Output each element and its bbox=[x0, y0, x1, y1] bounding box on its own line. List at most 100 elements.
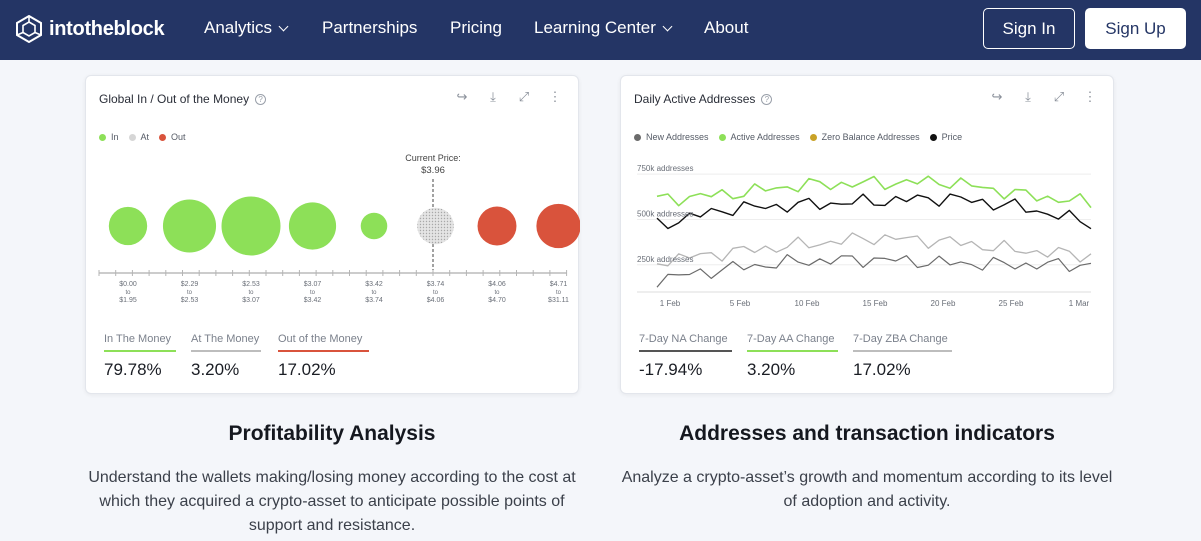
stat-value: 3.20% bbox=[191, 360, 240, 379]
stat-value: 3.20% bbox=[747, 360, 796, 379]
x-tick-label: 10 Feb bbox=[795, 299, 820, 308]
chart-grid bbox=[637, 173, 1091, 293]
x-tick-label: 1 Feb bbox=[660, 299, 681, 308]
profitability-card: Global In / Out of the Money ? ↪ ⤓ ⤢ ⋮ I… bbox=[85, 75, 580, 394]
bubble-in[interactable] bbox=[108, 206, 148, 246]
stat-label: Out of the Money bbox=[278, 333, 363, 345]
bubble-range-label: to bbox=[125, 290, 131, 296]
x-tick-label: 20 Feb bbox=[931, 299, 956, 308]
stat-label: 7-Day ZBA Change bbox=[853, 333, 948, 345]
brand-name: intotheblock bbox=[49, 17, 165, 40]
bubble-range-label: to bbox=[556, 290, 562, 296]
bubble-range-label: to bbox=[248, 290, 254, 296]
nav-about[interactable]: About bbox=[704, 18, 748, 38]
series-line-price[interactable] bbox=[656, 193, 1092, 230]
bubble-range-label: $4.70 bbox=[488, 297, 506, 304]
bubble-out[interactable] bbox=[477, 206, 517, 246]
chevron-down-icon bbox=[662, 21, 673, 31]
bubble-range-label: to bbox=[433, 290, 439, 296]
x-tick-label: 15 Feb bbox=[863, 299, 888, 308]
chevron-down-icon bbox=[278, 21, 289, 31]
bubble-range-label: $1.95 bbox=[119, 297, 137, 304]
stat-underline bbox=[639, 350, 732, 352]
nav-analytics[interactable]: Analytics bbox=[204, 18, 289, 38]
bubble-range-label: $0.00 bbox=[119, 281, 137, 288]
y-tick-label: 250k addresses bbox=[637, 255, 693, 264]
bubble-range-label: to bbox=[187, 290, 193, 296]
stat-value: 17.02% bbox=[278, 360, 336, 379]
line-chart: 750k addresses 500k addresses 250k address… bbox=[637, 164, 1092, 308]
stat-underline bbox=[104, 350, 176, 352]
addresses-description: Analyze a crypto-asset’s growth and mome… bbox=[621, 469, 1113, 510]
nav-pricing[interactable]: Pricing bbox=[450, 18, 502, 38]
brand-logo[interactable]: intotheblock bbox=[16, 15, 165, 43]
current-price-label: Current Price: bbox=[405, 153, 461, 163]
bubble-in[interactable] bbox=[221, 196, 281, 256]
y-axis-ticks: 750k addresses 500k addresses 250k address… bbox=[637, 164, 693, 264]
sign-up-button[interactable]: Sign Up bbox=[1085, 8, 1186, 49]
bubble-range-label: $31.11 bbox=[548, 297, 569, 304]
bubble-range-label: $3.74 bbox=[427, 281, 445, 288]
sign-in-button[interactable]: Sign In bbox=[983, 8, 1075, 49]
profitability-description: Understand the wallets making/losing mon… bbox=[88, 469, 576, 534]
bubble-range-label: $2.53 bbox=[181, 297, 199, 304]
addresses-heading: Addresses and transaction indicators bbox=[679, 422, 1055, 445]
bubble-range-label: $3.42 bbox=[304, 297, 322, 304]
current-price-value: $3.96 bbox=[421, 165, 445, 176]
bubble-at[interactable] bbox=[417, 207, 454, 245]
bubble-in[interactable] bbox=[162, 199, 217, 253]
profitability-heading: Profitability Analysis bbox=[228, 422, 436, 445]
nav-analytics-label: Analytics bbox=[204, 18, 273, 37]
chart-series bbox=[656, 175, 1092, 288]
active-addresses-card: Daily Active Addresses ? ↪ ⤓ ⤢ ⋮ New Add… bbox=[620, 75, 1114, 394]
stat-at-the-money: At The Money 3.20% bbox=[191, 333, 261, 380]
stat-label: 7-Day NA Change bbox=[639, 333, 728, 345]
stat-value: 17.02% bbox=[853, 360, 911, 379]
stat-aa-change: 7-Day AA Change 3.20% bbox=[747, 333, 838, 380]
series-line-new-addresses[interactable] bbox=[656, 254, 1092, 288]
bubble-range-label: $3.07 bbox=[242, 297, 260, 304]
bubble-range-label: $3.07 bbox=[304, 281, 322, 288]
nav-partnerships[interactable]: Partnerships bbox=[322, 18, 417, 38]
series-line-active-addresses[interactable] bbox=[656, 175, 1092, 209]
stat-in-the-money: In The Money 79.78% bbox=[104, 333, 176, 380]
bubbles bbox=[108, 196, 580, 256]
bubble-range-label: $4.71 bbox=[550, 281, 568, 288]
y-tick-label: 500k addresses bbox=[637, 209, 693, 218]
bubble-chart: Current Price: $3.96 $0.00to$1.95$2.29to… bbox=[98, 153, 580, 304]
stat-value: -17.94% bbox=[639, 360, 703, 379]
bubble-range-label: to bbox=[310, 290, 316, 296]
stat-zba-change: 7-Day ZBA Change 17.02% bbox=[853, 333, 952, 380]
bubble-range-labels: $0.00to$1.95$2.29to$2.53$2.53to$3.07$3.0… bbox=[119, 281, 569, 304]
nav-learning-center[interactable]: Learning Center bbox=[534, 18, 673, 38]
nav-learning-center-label: Learning Center bbox=[534, 18, 656, 37]
bubble-range-label: $3.42 bbox=[365, 281, 383, 288]
bubble-in[interactable] bbox=[288, 202, 337, 250]
bubble-range-label: $2.53 bbox=[242, 281, 260, 288]
bubble-range-label: $4.06 bbox=[427, 297, 445, 304]
stat-underline bbox=[853, 350, 952, 352]
logo-icon bbox=[16, 15, 42, 43]
nav-about-label: About bbox=[704, 18, 749, 37]
x-tick-label: 1 Mar bbox=[1069, 299, 1090, 308]
bubble-range-label: to bbox=[494, 290, 500, 296]
bubble-range-label: $2.29 bbox=[181, 281, 199, 288]
series-line-zero-balance-addresses[interactable] bbox=[656, 232, 1092, 267]
bubble-out[interactable] bbox=[536, 203, 580, 249]
x-axis-ticks: 1 Feb 5 Feb 10 Feb 15 Feb 20 Feb 25 Feb 1 Mar bbox=[660, 299, 1090, 308]
stat-value: 79.78% bbox=[104, 360, 162, 379]
y-tick-label: 750k addresses bbox=[637, 164, 693, 173]
stat-underline bbox=[278, 350, 369, 352]
stat-out-of-the-money: Out of the Money 17.02% bbox=[278, 333, 369, 380]
x-tick-label: 5 Feb bbox=[730, 299, 751, 308]
nav-partnerships-label: Partnerships bbox=[322, 18, 418, 37]
nav-pricing-label: Pricing bbox=[450, 18, 502, 37]
stat-label: In The Money bbox=[104, 333, 172, 345]
x-tick-label: 25 Feb bbox=[999, 299, 1024, 308]
stat-underline bbox=[747, 350, 838, 352]
top-navbar: intotheblock Analytics Partnerships Pric… bbox=[0, 0, 1201, 60]
bubble-range-label: to bbox=[371, 290, 377, 296]
bubble-range-label: $4.06 bbox=[488, 281, 506, 288]
stat-label: At The Money bbox=[191, 333, 260, 345]
bubble-in[interactable] bbox=[360, 212, 388, 240]
